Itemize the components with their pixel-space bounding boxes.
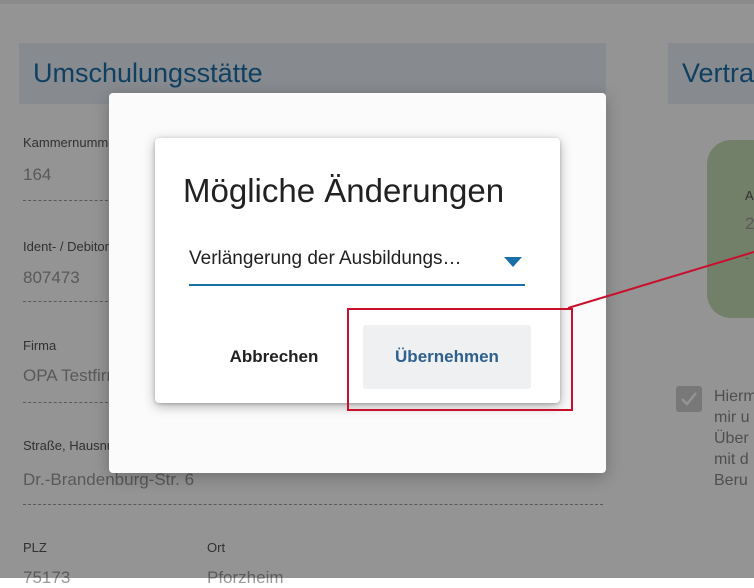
cancel-button[interactable]: Abbrechen bbox=[205, 326, 343, 388]
select-value: Verlängerung der Ausbildungs… bbox=[189, 248, 462, 269]
dialog-title: Mögliche Änderungen bbox=[183, 172, 505, 209]
confirm-button[interactable]: Übernehmen bbox=[363, 325, 531, 389]
change-type-select[interactable]: Verlängerung der Ausbildungs… bbox=[189, 244, 525, 286]
caret-down-icon bbox=[504, 257, 522, 267]
